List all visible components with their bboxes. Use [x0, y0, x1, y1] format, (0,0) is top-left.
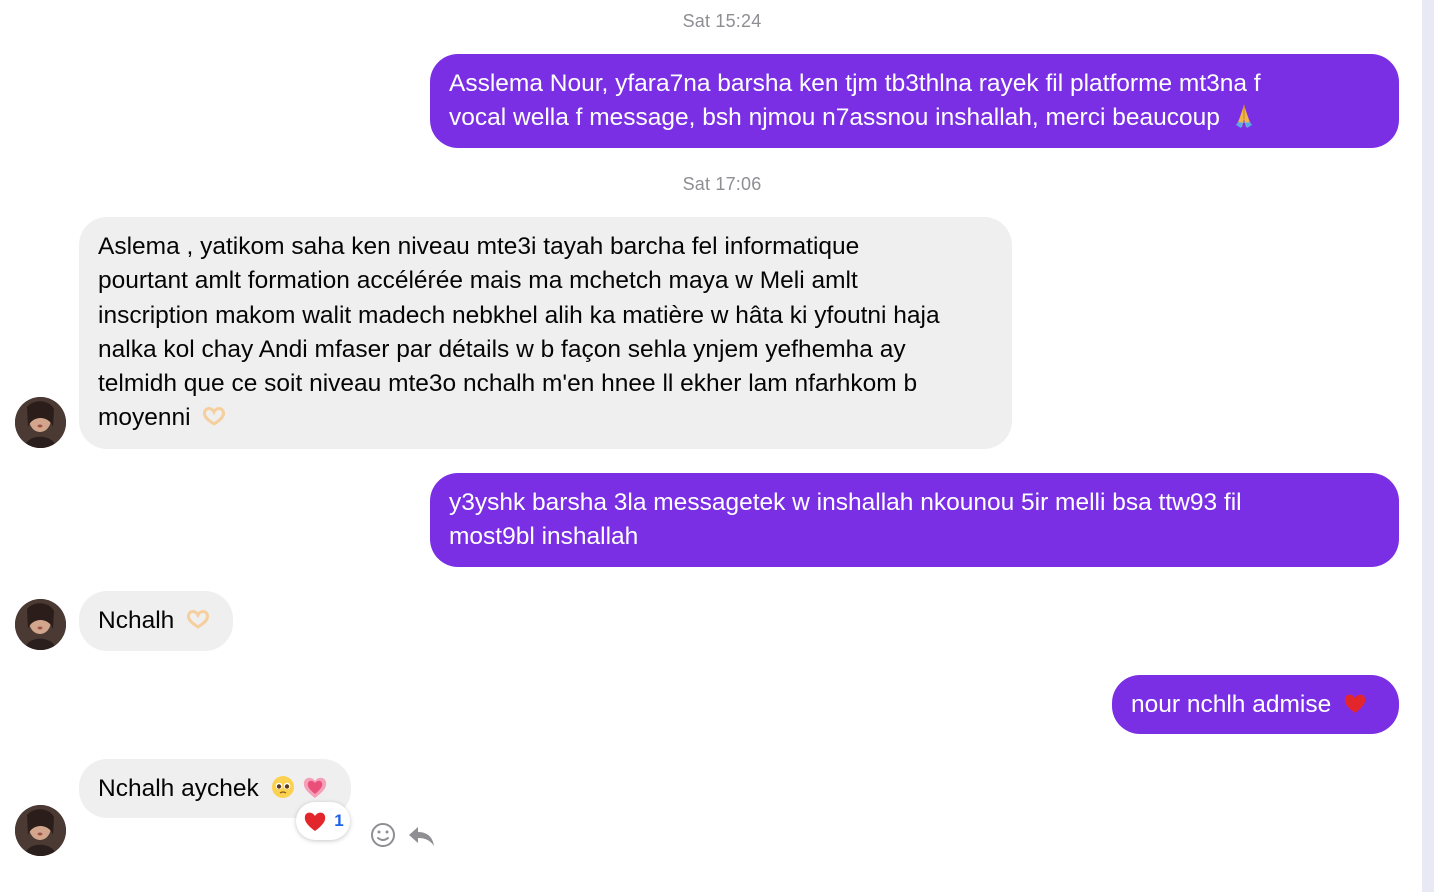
message-line: vocal wella f message, bsh njmou n7assno…: [449, 104, 1220, 132]
message-line: most9bl inshallah: [449, 523, 639, 551]
message-line: inscription makom walit madech nebkhel a…: [98, 301, 940, 329]
timestamp-divider: Sat 15:24: [682, 11, 762, 31]
message-bubble-outgoing[interactable]: y3yshk barsha 3la messagetek w inshallah…: [430, 473, 1399, 567]
reaction-count: 1: [334, 811, 344, 830]
message-reaction[interactable]: 1: [296, 802, 350, 840]
red-heart-icon: [1344, 694, 1366, 713]
folded-hands-icon: [1235, 105, 1252, 129]
message-line: y3yshk barsha 3la messagetek w inshallah…: [449, 489, 1242, 516]
message-line: Asslema Nour, yfara7na barsha ken tjm tb…: [449, 70, 1261, 97]
avatar[interactable]: [15, 805, 66, 856]
reply-arrow-icon[interactable]: [405, 819, 437, 851]
red-heart-icon: [305, 812, 326, 831]
heart-hands-icon: [203, 407, 226, 427]
avatar[interactable]: [15, 599, 66, 650]
message-line: Nchalh: [98, 607, 175, 634]
pleading-face-icon: [271, 776, 294, 798]
smiley-icon[interactable]: [367, 819, 399, 851]
message-line: pourtant amlt formation accélérée mais m…: [98, 267, 858, 295]
message-line: nalka kol chay Andi mfaser par détails w…: [98, 335, 906, 363]
message-bubble-incoming[interactable]: Nchalh: [79, 591, 233, 651]
message-line: moyenni: [98, 404, 191, 432]
message-bubble-incoming[interactable]: Aslema , yatikom saha ken niveau mte3i t…: [79, 217, 1012, 449]
heart-hands-icon: [187, 610, 210, 629]
message-line: Nchalh aychek: [98, 775, 259, 802]
message-line: nour nchlh admise: [1131, 691, 1332, 718]
timestamp-divider: Sat 17:06: [682, 174, 762, 194]
message-line: telmidh que ce soit niveau mte3o nchalh …: [98, 370, 918, 398]
message-bubble-outgoing[interactable]: Asslema Nour, yfara7na barsha ken tjm tb…: [430, 54, 1399, 148]
scrollbar[interactable]: [1422, 0, 1434, 892]
avatar[interactable]: [15, 397, 66, 448]
message-bubble-outgoing[interactable]: nour nchlh admise: [1112, 675, 1399, 734]
chat-thread: Sat 15:24 Asslema Nour, yfara7na barsha …: [0, 0, 1422, 892]
growing-heart-icon: [304, 777, 327, 798]
message-line: Aslema , yatikom saha ken niveau mte3i t…: [98, 233, 860, 260]
